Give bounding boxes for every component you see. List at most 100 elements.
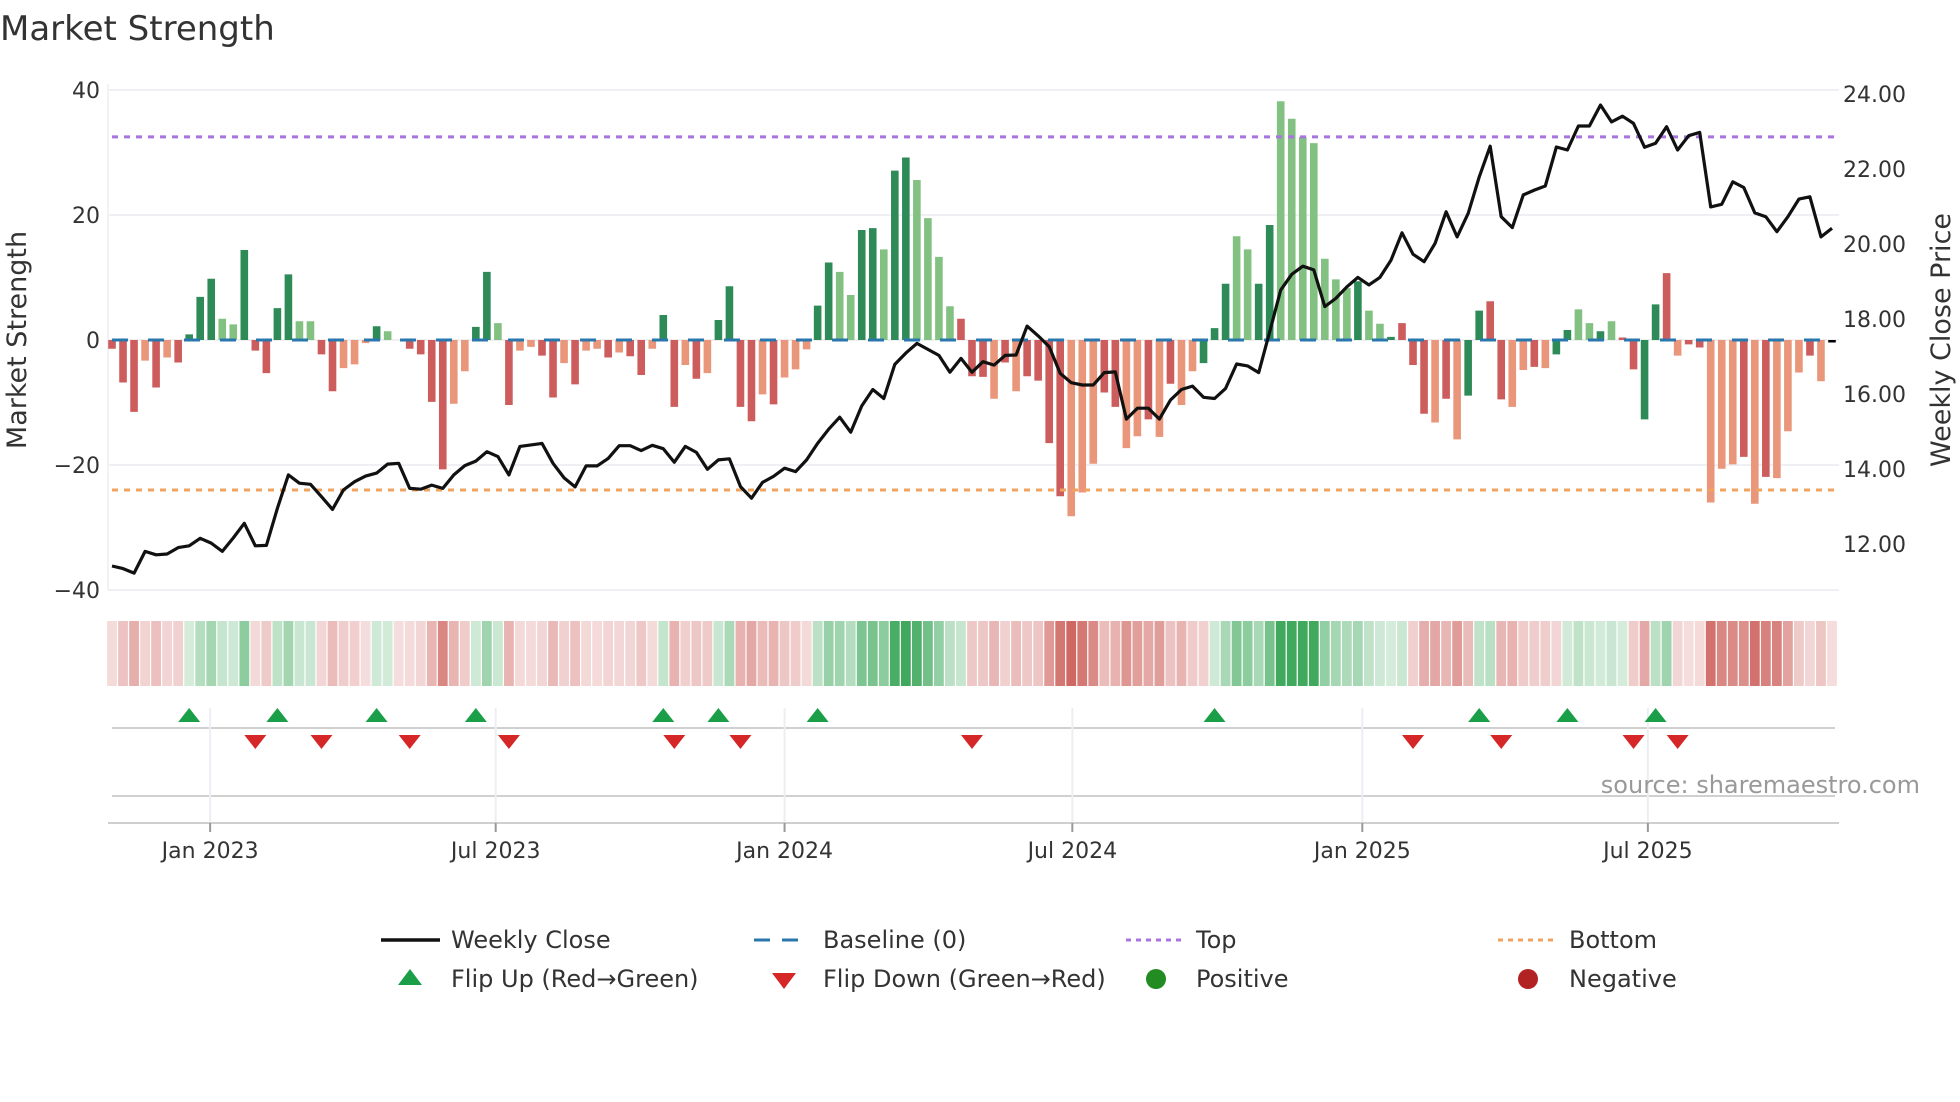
strength-bar: [1431, 340, 1439, 423]
y-axis-label: Market Strength: [2, 231, 33, 449]
heat-cell: [1352, 621, 1363, 686]
heat-cell: [1716, 621, 1727, 686]
legend-item-negative[interactable]: Negative: [1518, 965, 1677, 993]
strength-bar: [240, 250, 249, 340]
heat-cell: [537, 621, 547, 686]
heat-cell: [1452, 621, 1463, 686]
strength-bar: [1828, 340, 1836, 343]
legend-item-baseline[interactable]: Baseline (0): [754, 926, 966, 954]
source-credit: source: sharemaestro.com: [1601, 771, 1920, 799]
legend-item-bottom[interactable]: Bottom: [1498, 926, 1657, 954]
y-tick-label: 20: [72, 204, 100, 229]
heat-cell: [1088, 621, 1099, 686]
heat-cell: [1485, 621, 1496, 686]
strength-bar: [1773, 340, 1781, 479]
heat-cell: [1683, 621, 1694, 686]
strength-bar: [1574, 309, 1583, 340]
legend-item-top[interactable]: Top: [1126, 926, 1237, 954]
flip-down-marker: [663, 735, 686, 749]
strength-bar: [1221, 283, 1230, 340]
strength-bar: [990, 340, 998, 399]
heat-cell: [1760, 621, 1771, 686]
heat-cell: [1099, 621, 1110, 686]
heat-cell: [162, 621, 173, 686]
heat-cell: [922, 621, 933, 686]
heat-cell: [1176, 621, 1187, 686]
strength-bar: [516, 340, 524, 351]
strength-bar: [1684, 340, 1693, 345]
heat-cell: [691, 621, 702, 686]
heat-cell: [1518, 621, 1529, 686]
strength-bar: [868, 228, 877, 340]
heat-cell: [1330, 621, 1341, 686]
strength-bar: [835, 271, 844, 340]
strength-bar: [979, 340, 987, 377]
heat-cell: [1397, 621, 1407, 686]
grid-lines: [107, 84, 1839, 823]
chart-title: Market Strength: [0, 9, 275, 49]
heat-cell: [1408, 621, 1418, 686]
strength-bar: [438, 340, 447, 470]
strength-bar: [1387, 336, 1395, 340]
circle-icon: [1518, 969, 1538, 989]
flip-up-marker: [365, 708, 388, 722]
heat-cell: [934, 621, 944, 686]
flip-down-marker: [729, 735, 752, 749]
y2-axis-label: Weekly Close Price: [1926, 213, 1957, 467]
strength-bar: [791, 340, 800, 370]
heat-cell: [1562, 621, 1573, 686]
strength-bar: [1298, 136, 1307, 340]
x-tick-label: Jul 2023: [449, 839, 541, 864]
heat-cell: [1650, 621, 1661, 686]
heat-cell: [768, 621, 779, 686]
heat-cell: [1319, 621, 1330, 686]
strength-bar: [1232, 236, 1241, 340]
strength-bar: [328, 340, 337, 392]
heat-cell: [1364, 621, 1374, 686]
heat-cell: [1816, 621, 1826, 686]
strength-bar: [1475, 310, 1483, 340]
heat-cell: [415, 621, 426, 686]
heat-cell: [1496, 621, 1507, 686]
heat-cell: [1794, 621, 1804, 686]
heat-cell: [1022, 621, 1033, 686]
legend-item-weekly-close[interactable]: Weekly Close: [381, 926, 611, 954]
legend-item-flip-down[interactable]: Flip Down (Green→Red): [772, 965, 1106, 993]
strength-bar: [913, 180, 921, 340]
strength-bar: [692, 340, 701, 379]
flip-down-marker: [398, 735, 421, 749]
heat-cell: [779, 621, 790, 686]
heat-cell: [1033, 621, 1044, 686]
strength-bar: [1762, 340, 1770, 477]
strength-bar: [1210, 328, 1219, 340]
heat-cell: [404, 621, 415, 686]
flip-up-marker: [806, 708, 829, 722]
heat-cell: [515, 621, 525, 686]
y2-tick-label: 18.00: [1843, 308, 1906, 333]
heat-cell: [1529, 621, 1540, 686]
strength-bar: [813, 305, 822, 340]
heat-cell: [437, 621, 448, 686]
heat-cell: [426, 621, 437, 686]
legend-item-positive[interactable]: Positive: [1146, 965, 1289, 993]
y2-tick-label: 22.00: [1843, 158, 1906, 183]
legend-label: Positive: [1196, 965, 1289, 993]
strength-bar: [736, 340, 745, 407]
strength-bar: [560, 340, 568, 364]
strength-bar: [846, 295, 855, 340]
strength-bar: [1806, 340, 1814, 356]
strength-bar: [725, 286, 734, 340]
heat-cell: [1595, 621, 1606, 686]
heat-cell: [371, 621, 382, 686]
flip-up-marker: [1556, 708, 1579, 722]
heat-cell: [581, 621, 592, 686]
flip-down-marker: [1666, 735, 1689, 749]
strength-bar: [902, 157, 910, 340]
legend-item-flip-up[interactable]: Flip Up (Red→Green): [398, 965, 699, 993]
strength-bar: [670, 340, 679, 407]
heat-cell: [956, 621, 966, 686]
heat-cell: [1264, 621, 1275, 686]
strength-bar: [1717, 340, 1726, 469]
strength-bar: [350, 340, 359, 365]
heat-cell: [1375, 621, 1385, 686]
